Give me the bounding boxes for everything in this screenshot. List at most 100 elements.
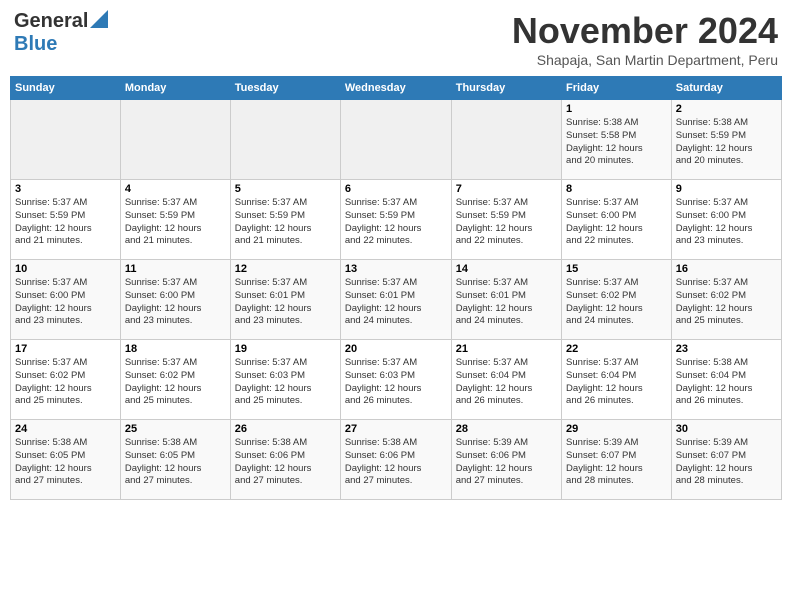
day-number: 29 xyxy=(566,423,667,435)
calendar-cell: 27Sunrise: 5:38 AMSunset: 6:06 PMDayligh… xyxy=(340,420,451,500)
day-number: 6 xyxy=(345,183,447,195)
calendar-cell: 16 Sunrise: 5:37 AMSunset: 6:02 PMDayligh… xyxy=(671,260,781,340)
calendar-cell: 4 Sunrise: 5:37 AMSunset: 5:59 PMDaylight… xyxy=(120,180,230,260)
day-number: 19 xyxy=(235,343,336,355)
calendar-week-row: 17 Sunrise: 5:37 AMSunset: 6:02 PMDayligh… xyxy=(11,340,782,420)
day-number: 18 xyxy=(125,343,226,355)
day-of-week-header: Wednesday xyxy=(340,77,451,100)
day-number: 3 xyxy=(15,183,116,195)
calendar-cell xyxy=(230,100,340,180)
calendar-cell: 26 Sunrise: 5:38 AMSunset: 6:06 PMDayligh… xyxy=(230,420,340,500)
logo-blue-text: Blue xyxy=(14,33,57,56)
calendar-cell: 22Sunrise: 5:37 AMSunset: 6:04 PMDayligh… xyxy=(562,340,672,420)
day-detail: Sunrise: 5:37 AMSunset: 5:59 PMDaylight:… xyxy=(345,197,447,248)
day-detail: Sunrise: 5:37 AMSunset: 6:04 PMDaylight:… xyxy=(456,357,557,408)
day-detail: Sunrise: 5:39 AMSunset: 6:07 PMDaylight:… xyxy=(566,437,667,488)
calendar-cell: 8Sunrise: 5:37 AMSunset: 6:00 PMDaylight… xyxy=(562,180,672,260)
calendar-cell: 30Sunrise: 5:39 AMSunset: 6:07 PMDayligh… xyxy=(671,420,781,500)
day-detail: Sunrise: 5:37 AMSunset: 6:02 PMDaylight:… xyxy=(15,357,116,408)
day-number: 12 xyxy=(235,263,336,275)
calendar-week-row: 10 Sunrise: 5:37 AMSunset: 6:00 PMDayligh… xyxy=(11,260,782,340)
day-detail: Sunrise: 5:37 AMSunset: 6:03 PMDaylight:… xyxy=(235,357,336,408)
calendar-cell: 18 Sunrise: 5:37 AMSunset: 6:02 PMDayligh… xyxy=(120,340,230,420)
calendar-cell: 13Sunrise: 5:37 AMSunset: 6:01 PMDayligh… xyxy=(340,260,451,340)
calendar-cell: 5Sunrise: 5:37 AMSunset: 5:59 PMDaylight… xyxy=(230,180,340,260)
day-number: 9 xyxy=(676,183,777,195)
calendar-cell: 11 Sunrise: 5:37 AMSunset: 6:00 PMDayligh… xyxy=(120,260,230,340)
day-of-week-header: Saturday xyxy=(671,77,781,100)
day-detail: Sunrise: 5:37 AMSunset: 6:04 PMDaylight:… xyxy=(566,357,667,408)
day-number: 5 xyxy=(235,183,336,195)
day-detail: Sunrise: 5:37 AMSunset: 6:01 PMDaylight:… xyxy=(345,277,447,328)
page-header: General Blue November 2024 Shapaja, San … xyxy=(10,10,782,68)
day-detail: Sunrise: 5:37 AMSunset: 5:59 PMDaylight:… xyxy=(125,197,226,248)
day-of-week-header: Thursday xyxy=(451,77,561,100)
calendar-cell: 6 Sunrise: 5:37 AMSunset: 5:59 PMDaylight… xyxy=(340,180,451,260)
day-of-week-header: Friday xyxy=(562,77,672,100)
day-number: 4 xyxy=(125,183,226,195)
calendar-cell: 10 Sunrise: 5:37 AMSunset: 6:00 PMDayligh… xyxy=(11,260,121,340)
calendar-cell: 15Sunrise: 5:37 AMSunset: 6:02 PMDayligh… xyxy=(562,260,672,340)
day-of-week-header: Tuesday xyxy=(230,77,340,100)
day-detail: Sunrise: 5:38 AMSunset: 6:04 PMDaylight:… xyxy=(676,357,777,408)
day-number: 16 xyxy=(676,263,777,275)
calendar-cell: 17 Sunrise: 5:37 AMSunset: 6:02 PMDayligh… xyxy=(11,340,121,420)
day-number: 14 xyxy=(456,263,557,275)
calendar-cell xyxy=(451,100,561,180)
calendar-cell: 19 Sunrise: 5:37 AMSunset: 6:03 PMDayligh… xyxy=(230,340,340,420)
day-number: 27 xyxy=(345,423,447,435)
calendar-table: SundayMondayTuesdayWednesdayThursdayFrid… xyxy=(10,76,782,500)
day-detail: Sunrise: 5:37 AMSunset: 5:59 PMDaylight:… xyxy=(456,197,557,248)
calendar-cell: 21 Sunrise: 5:37 AMSunset: 6:04 PMDayligh… xyxy=(451,340,561,420)
day-number: 30 xyxy=(676,423,777,435)
calendar-cell: 14 Sunrise: 5:37 AMSunset: 6:01 PMDayligh… xyxy=(451,260,561,340)
day-number: 7 xyxy=(456,183,557,195)
calendar-cell: 20 Sunrise: 5:37 AMSunset: 6:03 PMDayligh… xyxy=(340,340,451,420)
calendar-cell: 3 Sunrise: 5:37 AMSunset: 5:59 PMDaylight… xyxy=(11,180,121,260)
day-detail: Sunrise: 5:37 AMSunset: 6:00 PMDaylight:… xyxy=(566,197,667,248)
day-detail: Sunrise: 5:38 AMSunset: 6:06 PMDaylight:… xyxy=(235,437,336,488)
day-number: 25 xyxy=(125,423,226,435)
day-number: 1 xyxy=(566,103,667,115)
calendar-cell: 23 Sunrise: 5:38 AMSunset: 6:04 PMDayligh… xyxy=(671,340,781,420)
calendar-cell: 24Sunrise: 5:38 AMSunset: 6:05 PMDayligh… xyxy=(11,420,121,500)
logo-general-text: General xyxy=(14,10,88,33)
calendar-header: SundayMondayTuesdayWednesdayThursdayFrid… xyxy=(11,77,782,100)
day-number: 21 xyxy=(456,343,557,355)
day-number: 17 xyxy=(15,343,116,355)
day-detail: Sunrise: 5:37 AMSunset: 6:02 PMDaylight:… xyxy=(676,277,777,328)
calendar-week-row: 3 Sunrise: 5:37 AMSunset: 5:59 PMDaylight… xyxy=(11,180,782,260)
calendar-cell: 29 Sunrise: 5:39 AMSunset: 6:07 PMDayligh… xyxy=(562,420,672,500)
day-detail: Sunrise: 5:37 AMSunset: 6:00 PMDaylight:… xyxy=(125,277,226,328)
calendar-cell: 7 Sunrise: 5:37 AMSunset: 5:59 PMDaylight… xyxy=(451,180,561,260)
day-number: 24 xyxy=(15,423,116,435)
logo: General Blue xyxy=(14,10,108,56)
day-detail: Sunrise: 5:37 AMSunset: 6:01 PMDaylight:… xyxy=(456,277,557,328)
calendar-cell: 25Sunrise: 5:38 AMSunset: 6:05 PMDayligh… xyxy=(120,420,230,500)
month-title: November 2024 xyxy=(512,10,778,52)
day-detail: Sunrise: 5:37 AMSunset: 5:59 PMDaylight:… xyxy=(15,197,116,248)
day-number: 2 xyxy=(676,103,777,115)
day-number: 11 xyxy=(125,263,226,275)
calendar-cell: 1 Sunrise: 5:38 AMSunset: 5:58 PMDaylight… xyxy=(562,100,672,180)
calendar-cell xyxy=(11,100,121,180)
day-number: 26 xyxy=(235,423,336,435)
day-number: 20 xyxy=(345,343,447,355)
calendar-cell: 9 Sunrise: 5:37 AMSunset: 6:00 PMDaylight… xyxy=(671,180,781,260)
day-detail: Sunrise: 5:38 AMSunset: 5:58 PMDaylight:… xyxy=(566,117,667,168)
day-detail: Sunrise: 5:37 AMSunset: 6:03 PMDaylight:… xyxy=(345,357,447,408)
day-detail: Sunrise: 5:37 AMSunset: 6:00 PMDaylight:… xyxy=(15,277,116,328)
calendar-cell xyxy=(120,100,230,180)
day-number: 23 xyxy=(676,343,777,355)
calendar-cell: 2 Sunrise: 5:38 AMSunset: 5:59 PMDaylight… xyxy=(671,100,781,180)
day-of-week-header: Sunday xyxy=(11,77,121,100)
day-number: 10 xyxy=(15,263,116,275)
logo-arrow-icon xyxy=(90,10,108,33)
day-detail: Sunrise: 5:37 AMSunset: 6:02 PMDaylight:… xyxy=(125,357,226,408)
day-detail: Sunrise: 5:38 AMSunset: 5:59 PMDaylight:… xyxy=(676,117,777,168)
calendar-cell: 12Sunrise: 5:37 AMSunset: 6:01 PMDayligh… xyxy=(230,260,340,340)
day-number: 15 xyxy=(566,263,667,275)
day-number: 28 xyxy=(456,423,557,435)
day-detail: Sunrise: 5:37 AMSunset: 6:00 PMDaylight:… xyxy=(676,197,777,248)
location-subtitle: Shapaja, San Martin Department, Peru xyxy=(512,52,778,68)
